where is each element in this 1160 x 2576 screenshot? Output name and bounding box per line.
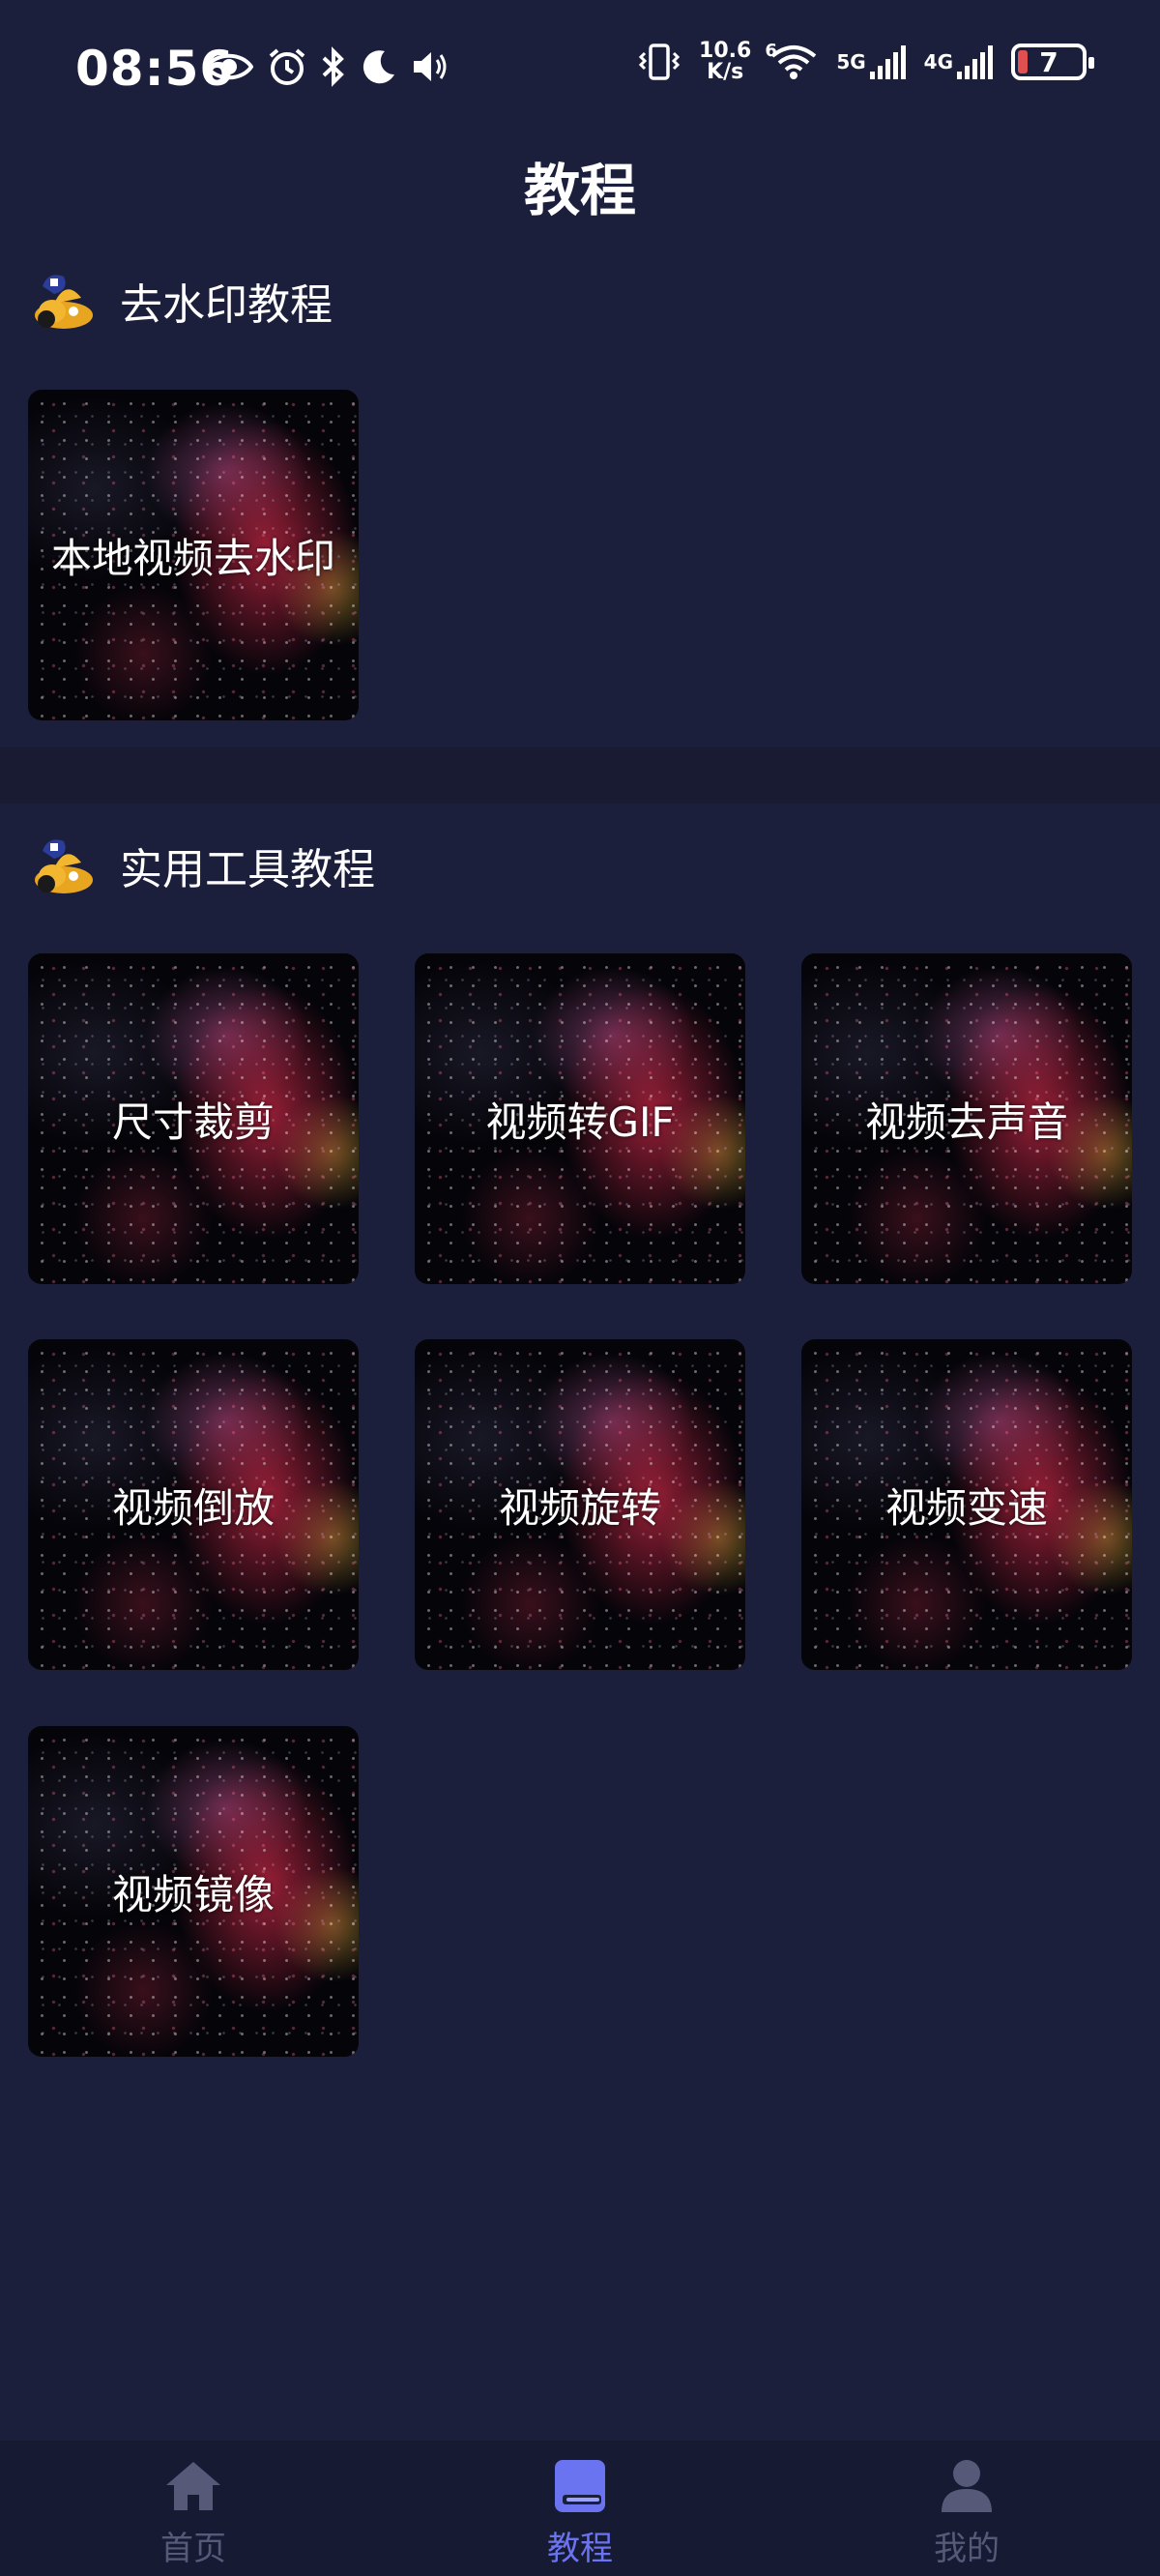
page-title: 教程	[523, 158, 636, 223]
card-label: 视频转GIF	[485, 1098, 675, 1146]
bottom-nav: 首页 教程 我的	[0, 2441, 1160, 2576]
section-title: 实用工具教程	[120, 845, 375, 894]
card-label: 视频倒放	[111, 1483, 275, 1532]
vibrate-icon	[637, 42, 682, 82]
mascot-icon	[35, 275, 93, 329]
tutorial-card-local-watermark[interactable]: 本地视频去水印	[28, 390, 359, 720]
tutorial-card-remove-audio[interactable]: 视频去声音	[801, 953, 1132, 1284]
section-header-watermark: 去水印教程	[25, 269, 333, 333]
nav-item-tutorial[interactable]: 教程	[387, 2441, 773, 2576]
signal-4g-icon: 4G	[924, 43, 994, 81]
signal-4g-label: 4G	[923, 50, 953, 73]
card-label: 视频镜像	[111, 1870, 275, 1918]
network-speed-unit: K/s	[707, 60, 744, 84]
battery-icon: 7	[1011, 44, 1094, 80]
signal-5g-icon: 5G	[836, 43, 906, 81]
nav-label-tutorial: 教程	[547, 2530, 613, 2568]
moon-icon	[360, 47, 398, 86]
bluetooth-icon	[321, 46, 346, 87]
tutorial-card-rotate[interactable]: 视频旋转	[415, 1339, 745, 1670]
status-bar: 08:56 10.6 K/s 6 5G 4G 7	[0, 0, 1160, 135]
eye-icon	[205, 50, 253, 83]
nav-label-profile: 我的	[934, 2530, 1000, 2568]
card-label: 视频变速	[884, 1483, 1048, 1532]
tutorial-card-reverse[interactable]: 视频倒放	[28, 1339, 359, 1670]
section-divider	[0, 747, 1160, 804]
book-icon	[555, 2460, 605, 2512]
tutorial-card-crop[interactable]: 尺寸裁剪	[28, 953, 359, 1284]
card-label: 视频旋转	[498, 1483, 661, 1532]
nav-label-home: 首页	[160, 2530, 226, 2568]
card-label: 本地视频去水印	[50, 534, 335, 582]
card-label: 尺寸裁剪	[111, 1098, 275, 1146]
signal-5g-label: 5G	[836, 50, 866, 73]
section-title: 去水印教程	[120, 280, 333, 330]
status-left-icons	[205, 46, 449, 87]
volume-icon	[412, 49, 449, 84]
status-right-icons: 10.6 K/s 6 5G 4G 7	[637, 41, 1094, 83]
nav-item-profile[interactable]: 我的	[773, 2441, 1160, 2576]
profile-icon	[942, 2460, 992, 2512]
wifi-badge: 6	[765, 41, 777, 61]
network-speed-value: 10.6	[699, 39, 752, 63]
nav-item-home[interactable]: 首页	[0, 2441, 387, 2576]
alarm-icon	[267, 46, 307, 87]
mascot-icon	[35, 839, 93, 893]
wifi-icon: 6	[765, 41, 819, 81]
network-speed: 10.6 K/s	[699, 41, 751, 83]
tutorial-card-mirror[interactable]: 视频镜像	[28, 1726, 359, 2057]
tutorial-card-video-to-gif[interactable]: 视频转GIF	[415, 953, 745, 1284]
section-header-tools: 实用工具教程	[25, 834, 375, 897]
card-label: 视频去声音	[864, 1098, 1068, 1146]
tutorial-card-speed[interactable]: 视频变速	[801, 1339, 1132, 1670]
battery-level: 7	[1039, 45, 1058, 78]
home-icon	[166, 2462, 220, 2510]
